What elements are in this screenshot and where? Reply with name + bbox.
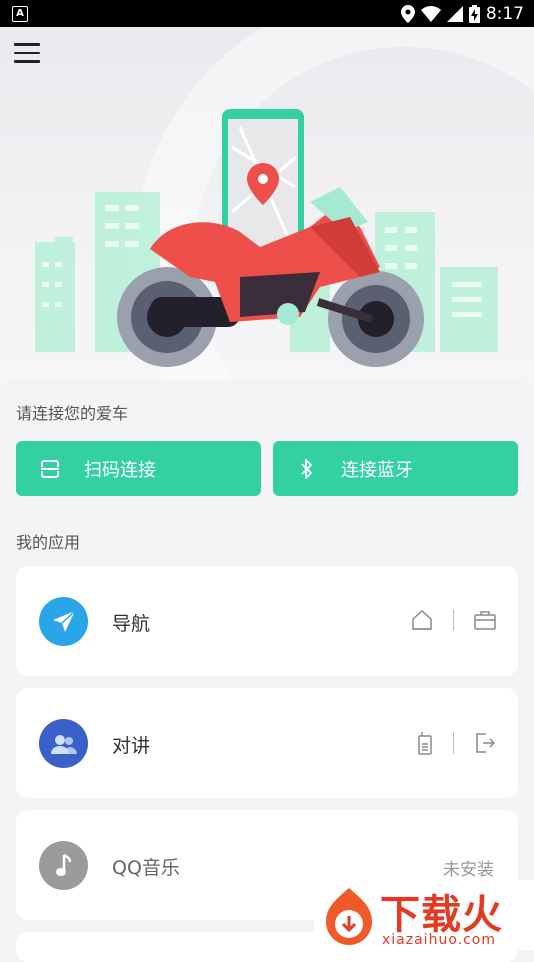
hero-banner bbox=[0, 27, 534, 397]
briefcase-icon[interactable] bbox=[474, 610, 496, 630]
scan-connect-label: 扫码连接 bbox=[84, 459, 156, 481]
watermark-flame-logo bbox=[326, 888, 372, 945]
navigation-shortcuts bbox=[411, 609, 496, 631]
signal-icon bbox=[446, 5, 463, 22]
bluetooth-connect-button[interactable]: 连接蓝牙 bbox=[273, 441, 518, 496]
scan-connect-button[interactable]: 扫码连接 bbox=[16, 441, 261, 496]
app-card-intercom[interactable]: 对讲 bbox=[16, 688, 518, 798]
watermark-url: xiazaihuo.com bbox=[382, 932, 496, 948]
home-icon[interactable] bbox=[411, 609, 433, 631]
shortcut-divider bbox=[453, 732, 454, 754]
app-card-navigation[interactable]: 导航 bbox=[16, 566, 518, 676]
app-label-qq-music: QQ音乐 bbox=[112, 857, 180, 879]
app-label-intercom: 对讲 bbox=[112, 735, 151, 757]
walkie-talkie-icon[interactable] bbox=[417, 731, 433, 755]
bluetooth-icon bbox=[297, 458, 317, 479]
scan-icon bbox=[40, 459, 60, 479]
music-note-icon bbox=[39, 841, 88, 890]
watermark: 下载火 xiazaihuo.com bbox=[314, 880, 534, 950]
battery-charging-icon bbox=[468, 4, 480, 23]
app-notification-badge: A bbox=[12, 6, 28, 22]
bluetooth-connect-label: 连接蓝牙 bbox=[341, 459, 413, 481]
intercom-shortcuts bbox=[417, 731, 496, 755]
wifi-icon bbox=[420, 5, 441, 22]
status-time: 8:17 bbox=[485, 3, 524, 24]
shortcut-divider bbox=[453, 609, 454, 631]
location-icon bbox=[400, 4, 415, 23]
app-label-navigation: 导航 bbox=[112, 613, 151, 635]
apps-section-title: 我的应用 bbox=[16, 533, 81, 552]
status-bar: A 8:17 bbox=[0, 0, 534, 27]
status-icons: 8:17 bbox=[400, 3, 524, 24]
motorcycle-with-phone-map-illustration bbox=[35, 109, 498, 367]
app-status-not-installed: 未安装 bbox=[443, 860, 494, 880]
connect-section-title: 请连接您的爱车 bbox=[16, 404, 129, 423]
exit-icon[interactable] bbox=[474, 732, 496, 754]
navigation-icon bbox=[39, 597, 88, 646]
group-chat-icon bbox=[39, 719, 88, 768]
